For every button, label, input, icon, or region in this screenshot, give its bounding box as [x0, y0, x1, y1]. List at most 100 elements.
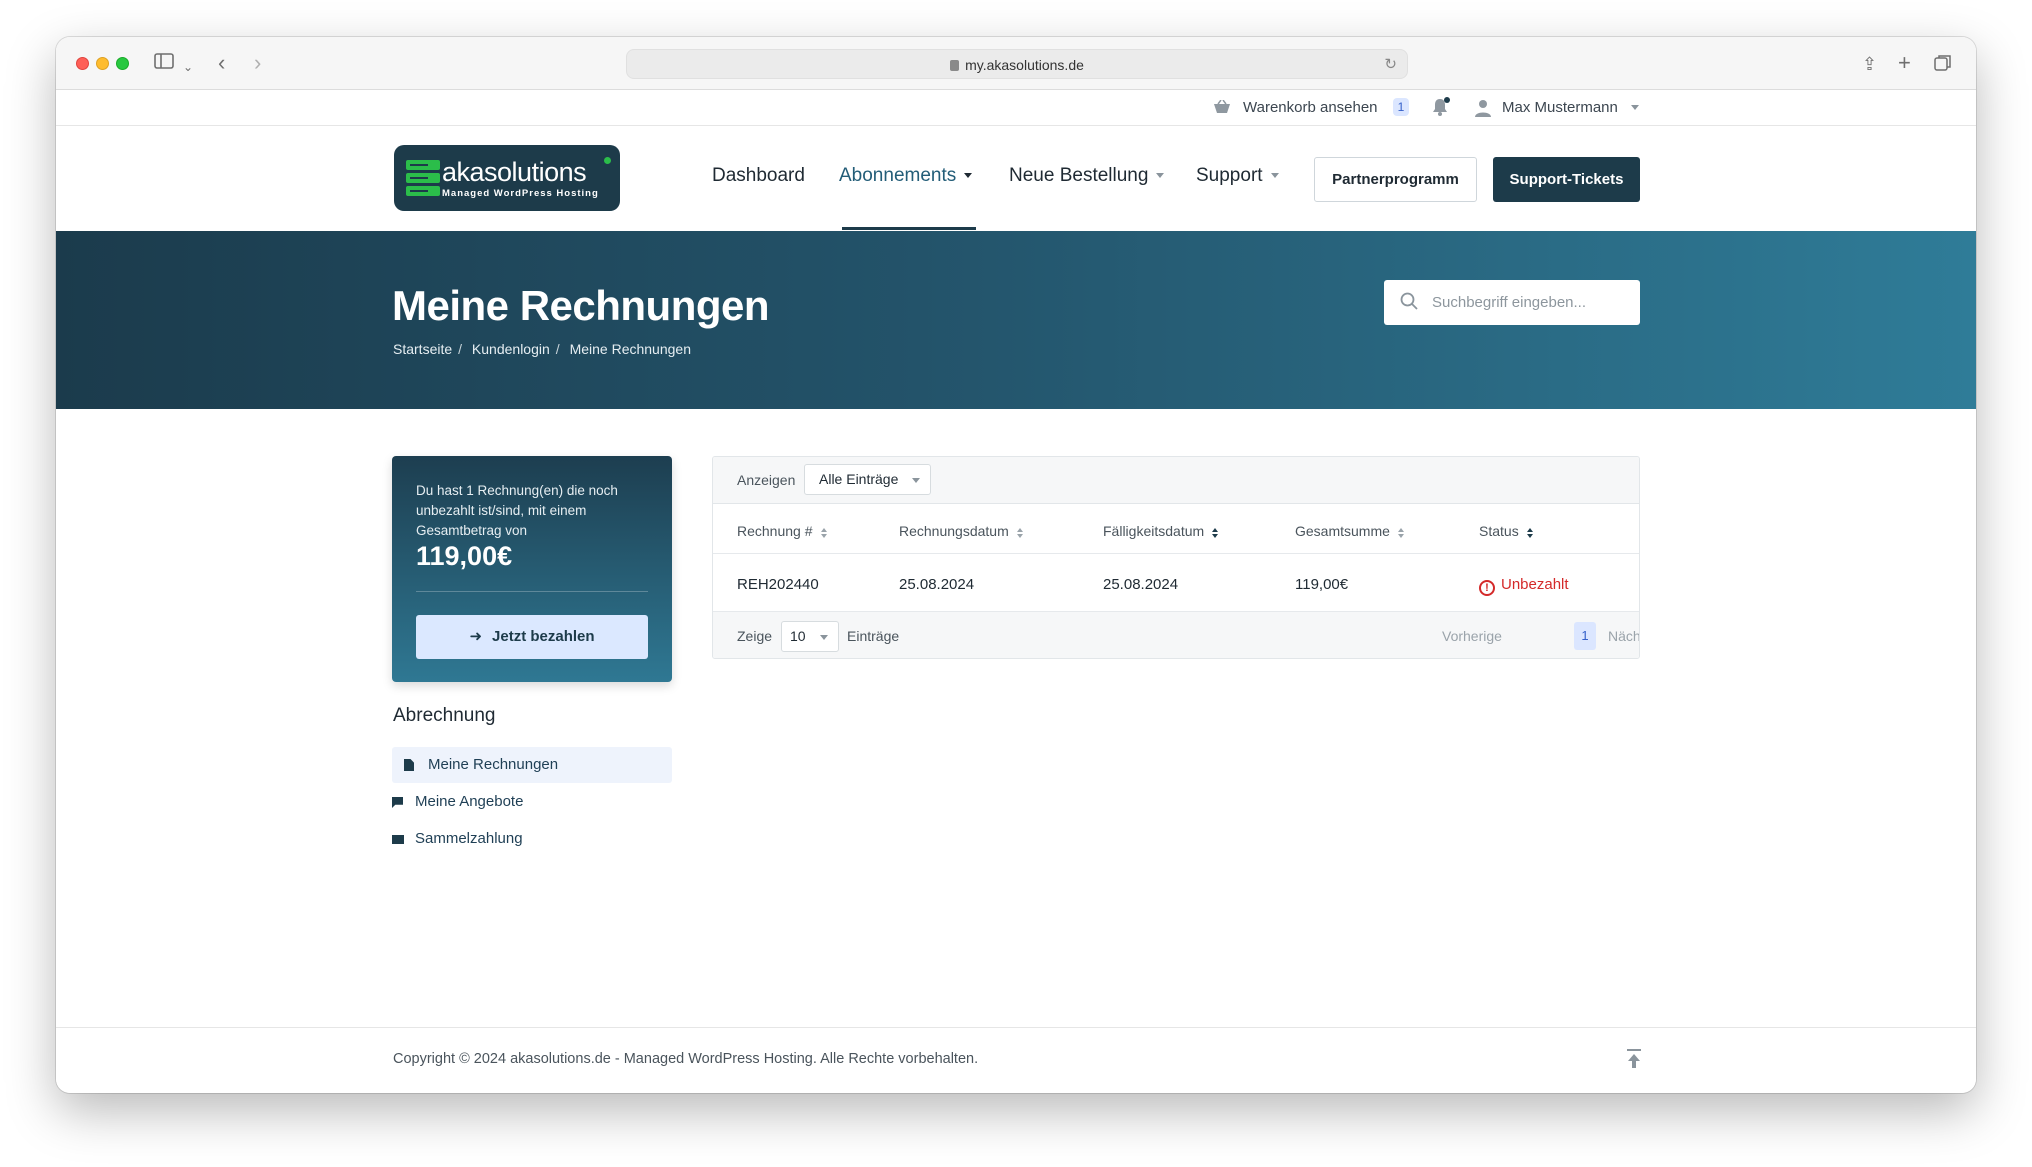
invoice-number-cell[interactable]: REH202440	[737, 576, 819, 593]
address-url: my.akasolutions.de	[965, 57, 1084, 73]
chevron-down-icon	[1156, 173, 1165, 178]
back-icon[interactable]: ‹	[218, 51, 225, 75]
minimize-window-button[interactable]	[96, 57, 109, 70]
server-stack-icon	[406, 160, 440, 198]
forward-icon[interactable]: ›	[254, 51, 261, 75]
nav-support[interactable]: Support	[1196, 165, 1279, 187]
sort-icon	[1397, 528, 1406, 538]
lock-icon	[950, 60, 960, 71]
new-tab-icon[interactable]: +	[1898, 51, 1911, 75]
main-navigation: akasolutions Managed WordPress Hosting D…	[56, 127, 1976, 231]
pagination-next[interactable]: Nächste	[1608, 628, 1639, 644]
address-bar[interactable]: my.akasolutions.de ↻	[626, 49, 1408, 79]
table-footer: Zeige 10 Einträge Vorherige 1 Nächste	[713, 612, 1639, 658]
chevron-down-icon	[1270, 173, 1279, 178]
scroll-to-top-icon[interactable]	[1624, 1048, 1644, 1070]
show-filter-label: Anzeigen	[737, 472, 796, 488]
sidebar-item-sammelzahlung[interactable]: Sammelzahlung	[392, 821, 672, 857]
column-header-number[interactable]: Rechnung #	[737, 523, 829, 539]
column-header-label: Status	[1479, 523, 1519, 539]
money-icon	[392, 835, 404, 844]
close-window-button[interactable]	[76, 57, 89, 70]
pay-now-button[interactable]: ➜ Jetzt bezahlen	[416, 615, 648, 659]
logo-name: akasolutions	[442, 157, 587, 187]
sidebar-toggle-icon[interactable]	[154, 51, 174, 75]
pagination-page-1[interactable]: 1	[1574, 622, 1596, 650]
sidebar-item-label: Meine Angebote	[415, 793, 524, 810]
column-header-due-date[interactable]: Fälligkeitsdatum	[1103, 523, 1220, 539]
search-input[interactable]	[1432, 291, 1627, 313]
utility-bar: Warenkorb ansehen 1 Max Mustermann	[56, 90, 1976, 126]
unpaid-summary-card: Du hast 1 Rechnung(en) die noch unbezahl…	[392, 456, 672, 682]
nav-neue-bestellung[interactable]: Neue Bestellung	[1009, 165, 1165, 187]
reload-icon[interactable]: ↻	[1384, 55, 1397, 73]
filter-select[interactable]: Alle Einträge	[804, 464, 931, 495]
user-icon[interactable]	[1474, 99, 1492, 117]
sidebar-item-label: Meine Rechnungen	[428, 756, 559, 773]
breadcrumb-separator: /	[555, 341, 560, 357]
pay-now-label: Jetzt bezahlen	[492, 628, 595, 645]
sort-icon	[820, 528, 829, 538]
sidebar-item-meine-angebote[interactable]: Meine Angebote	[392, 784, 672, 820]
unpaid-total-amount: 119,00€	[416, 541, 513, 571]
chevron-down-icon	[912, 478, 920, 483]
user-menu[interactable]: Max Mustermann	[1502, 99, 1618, 116]
search-icon	[1400, 292, 1418, 310]
sidebar-item-label: Sammelzahlung	[415, 830, 523, 847]
breadcrumb-kundenlogin[interactable]: Kundenlogin	[472, 341, 550, 357]
page-footer: Copyright © 2024 akasolutions.de - Manag…	[56, 1027, 1976, 1093]
basket-icon[interactable]	[1213, 100, 1231, 114]
registered-mark	[604, 157, 611, 164]
nav-dashboard[interactable]: Dashboard	[712, 165, 805, 187]
chevron-down-icon	[964, 173, 973, 178]
cart-count-badge: 1	[1393, 98, 1409, 116]
chevron-down-icon[interactable]	[1631, 105, 1639, 110]
table-toolbar: Anzeigen Alle Einträge	[713, 457, 1639, 504]
arrow-right-icon: ➜	[469, 628, 483, 645]
column-header-status[interactable]: Status	[1479, 523, 1535, 539]
partner-program-button[interactable]: Partnerprogramm	[1314, 157, 1477, 202]
page-size-select[interactable]: 10	[781, 621, 839, 652]
logo[interactable]: akasolutions Managed WordPress Hosting	[394, 145, 620, 211]
page-size-label: Zeige	[737, 628, 773, 644]
pagination-previous[interactable]: Vorherige	[1442, 628, 1502, 644]
zoom-window-button[interactable]	[116, 57, 129, 70]
view-cart-link[interactable]: Warenkorb ansehen	[1243, 99, 1378, 116]
notification-dot	[1444, 97, 1450, 103]
breadcrumb: Startseite / Kundenlogin / Meine Rechnunge…	[393, 341, 697, 357]
nav-neue-bestellung-label: Neue Bestellung	[1009, 165, 1149, 186]
breadcrumb-separator: /	[458, 341, 463, 357]
search-box[interactable]	[1384, 280, 1640, 325]
unpaid-summary-text: Du hast 1 Rechnung(en) die noch unbezahl…	[416, 483, 618, 538]
column-header-invoice-date[interactable]: Rechnungsdatum	[899, 523, 1025, 539]
chevron-down-icon	[820, 635, 828, 640]
support-tickets-button[interactable]: Support-Tickets	[1493, 157, 1640, 202]
chevron-down-icon[interactable]: ⌄	[183, 55, 193, 79]
invoices-table: Anzeigen Alle Einträge Rechnung # Rechnu…	[712, 456, 1640, 659]
copyright-text: Copyright © 2024 akasolutions.de - Manag…	[393, 1051, 979, 1067]
filter-select-value: Alle Einträge	[819, 471, 899, 487]
logo-tagline: Managed WordPress Hosting	[442, 188, 599, 199]
total-cell: 119,00€	[1295, 576, 1349, 593]
nav-abonnements-label: Abonnements	[839, 165, 957, 186]
column-header-label: Gesamtsumme	[1295, 523, 1390, 539]
breadcrumb-current: Meine Rechnungen	[569, 341, 691, 357]
sidebar-item-meine-rechnungen[interactable]: Meine Rechnungen	[392, 747, 672, 783]
page-title: Meine Rechnungen	[392, 282, 770, 329]
column-header-total[interactable]: Gesamtsumme	[1295, 523, 1406, 539]
tabs-overview-icon[interactable]	[1934, 53, 1952, 77]
nav-abonnements[interactable]: Abonnements	[839, 165, 973, 187]
invoice-date-cell: 25.08.2024	[899, 576, 975, 593]
sort-icon	[1016, 528, 1025, 538]
column-header-label: Fälligkeitsdatum	[1103, 523, 1205, 539]
browser-window: ⌄ ‹ › my.akasolutions.de ↻ ⇪ + Warenkorb…	[56, 37, 1976, 1093]
sort-icon	[1526, 528, 1535, 538]
due-date-cell: 25.08.2024	[1103, 576, 1179, 593]
comment-icon	[392, 797, 403, 808]
share-icon[interactable]: ⇪	[1862, 52, 1877, 76]
status-label: Unbezahlt	[1501, 576, 1569, 593]
entries-label: Einträge	[847, 628, 900, 644]
column-header-label: Rechnungsdatum	[899, 523, 1009, 539]
active-nav-indicator	[842, 227, 976, 230]
breadcrumb-startseite[interactable]: Startseite	[393, 341, 452, 357]
